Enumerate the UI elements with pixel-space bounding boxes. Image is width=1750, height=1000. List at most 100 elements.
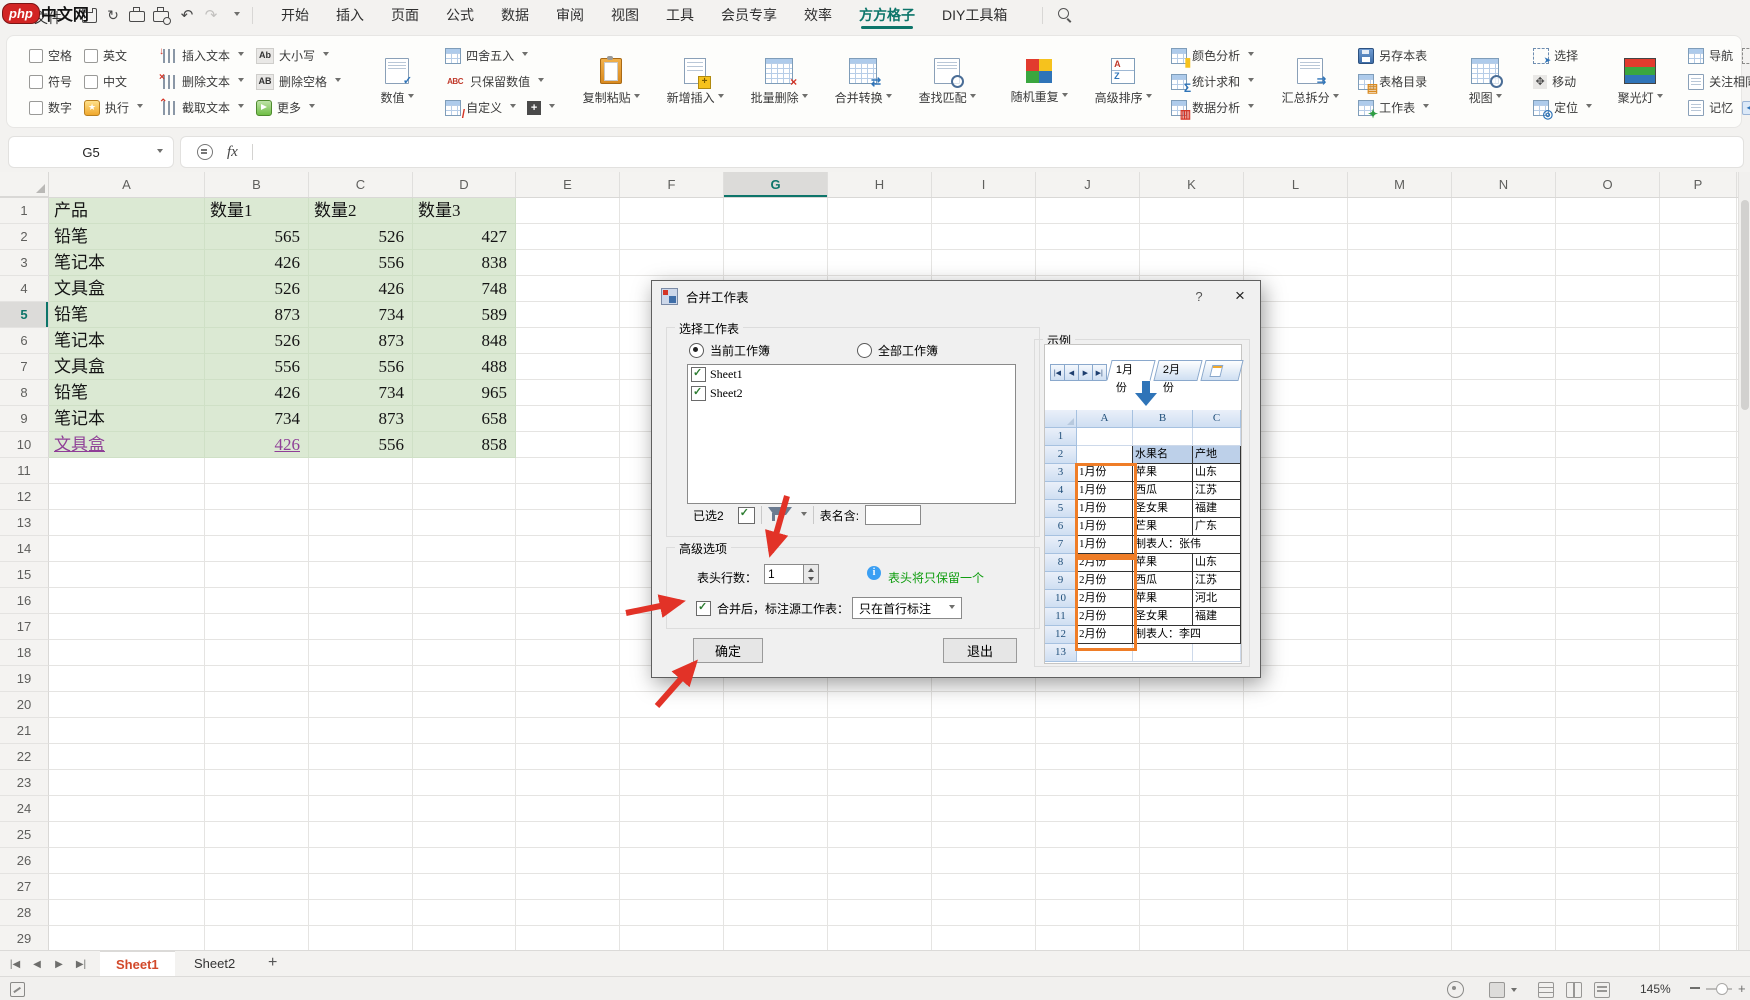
checkbox-digit[interactable]: 数字 [29,97,72,118]
last-sheet-button[interactable]: ▶| [72,955,90,973]
row-header-24[interactable]: 24 [0,796,49,822]
row-header-12[interactable]: 12 [0,484,49,510]
chevron-down-icon[interactable] [801,512,807,519]
cell-D10[interactable]: 858 [413,432,516,458]
row-header-21[interactable]: 21 [0,718,49,744]
header-rows-value[interactable]: 1 [764,564,804,584]
page-layout-view-icon[interactable] [1566,982,1582,998]
menu-tab-1[interactable]: 开始 [281,0,309,31]
cell-B5[interactable]: 873 [205,302,309,328]
checkbox-icon[interactable] [29,101,43,115]
checkbox-space[interactable]: 空格 [29,45,72,66]
row-header-5[interactable]: 5 [0,302,49,328]
merge-convert-button[interactable]: ⇄ 合并转换 [827,43,899,120]
menu-tab-12[interactable]: DIY工具箱 [942,0,1007,31]
column-header-A[interactable]: A [49,172,205,197]
cell-B4[interactable]: 526 [205,276,309,302]
menu-tab-9[interactable]: 会员专享 [721,0,777,31]
column-header-C[interactable]: C [309,172,413,197]
spin-down-icon[interactable] [804,574,818,583]
row-header-8[interactable]: 8 [0,380,49,406]
cell-A3[interactable]: 笔记本 [49,250,205,276]
row-header-23[interactable]: 23 [0,770,49,796]
row-header-17[interactable]: 17 [0,614,49,640]
row-header-14[interactable]: 14 [0,536,49,562]
cell-D2[interactable]: 427 [413,224,516,250]
header-rows-stepper[interactable]: 1 [764,564,819,584]
select-button[interactable]: ➤选择 [1533,45,1592,66]
extract-text-button[interactable]: ⌃截取文本 [163,97,244,118]
row-header-25[interactable]: 25 [0,822,49,848]
scrollbar-thumb[interactable] [1741,200,1749,410]
table-catalog-button[interactable]: ▤表格目录 [1358,71,1429,92]
cell-A4[interactable]: 文具盒 [49,276,205,302]
eye-protection-icon[interactable] [1447,981,1464,998]
undo-button[interactable]: ↶ [176,5,198,25]
cell-A7[interactable]: 文具盒 [49,354,205,380]
cell-B7[interactable]: 556 [205,354,309,380]
row-header-11[interactable]: 11 [0,458,49,484]
radio-all-workbooks[interactable]: 全部工作簿 [857,342,938,359]
row-header-28[interactable]: 28 [0,900,49,926]
column-header-P[interactable]: P [1660,172,1737,197]
dialog-title-bar[interactable]: 合并工作表 [652,281,1260,311]
view-button[interactable]: 视图 [1449,43,1521,120]
row-header-18[interactable]: 18 [0,640,49,666]
normal-view-icon[interactable] [1538,982,1554,998]
cell-A8[interactable]: 铅笔 [49,380,205,406]
sheet-list[interactable]: Sheet1Sheet2 [687,364,1016,504]
column-header-K[interactable]: K [1140,172,1244,197]
sheet-tab-sheet1[interactable]: Sheet1 [100,951,175,978]
name-box[interactable]: G5 [8,136,174,168]
column-header-O[interactable]: O [1556,172,1660,197]
column-header-F[interactable]: F [620,172,724,197]
cell-D5[interactable]: 589 [413,302,516,328]
checkbox-icon[interactable] [84,75,98,89]
cell-A9[interactable]: 笔记本 [49,406,205,432]
numeric-button[interactable]: ✓ 数值 [361,43,433,120]
menu-tab-3[interactable]: 页面 [391,0,419,31]
back-arrow-icon[interactable]: ◀ [1742,101,1750,115]
follow-same-value-button[interactable]: 关注相同值 [1688,71,1750,92]
cell-C3[interactable]: 556 [309,250,413,276]
annotate-source-checkbox[interactable]: 合并后，标注源工作表： [696,600,849,617]
cell-B10[interactable]: 426 [205,432,309,458]
cell-C6[interactable]: 873 [309,328,413,354]
case-button[interactable]: Ab大小写 [256,45,341,66]
menu-tab-11[interactable]: 方方格子 [859,0,915,31]
add-sheet-button[interactable]: + [268,951,277,977]
radio-current-workbook[interactable]: 当前工作簿 [689,342,770,359]
vertical-scrollbar[interactable] [1738,172,1750,950]
row-header-13[interactable]: 13 [0,510,49,536]
advanced-sort-button[interactable]: AZ 高级排序 [1087,43,1159,120]
search-icon[interactable] [1058,8,1073,23]
copy-paste-button[interactable]: 复制粘贴 [575,43,647,120]
cell-C8[interactable]: 734 [309,380,413,406]
row-header-29[interactable]: 29 [0,926,49,952]
zoom-out-button[interactable] [1690,987,1700,989]
checkbox-icon[interactable] [29,49,43,63]
row-header-26[interactable]: 26 [0,848,49,874]
add-custom-button[interactable]: + [527,97,555,118]
insert-text-button[interactable]: ↓插入文本 [163,45,244,66]
cell-D3[interactable]: 838 [413,250,516,276]
column-header-H[interactable]: H [828,172,932,197]
formula-input[interactable]: fx [180,136,1744,168]
row-header-2[interactable]: 2 [0,224,49,250]
checkbox-icon[interactable] [691,386,706,401]
cell-D4[interactable]: 748 [413,276,516,302]
menu-tab-10[interactable]: 效率 [804,0,832,31]
cell-A5[interactable]: 铅笔 [49,302,205,328]
next-sheet-button[interactable]: ▶ [50,955,68,973]
filter-icon[interactable] [768,507,792,523]
checkbox-icon[interactable] [29,75,43,89]
menu-tab-6[interactable]: 审阅 [556,0,584,31]
checkbox-chinese[interactable]: 中文 [84,71,143,92]
locate-button[interactable]: ◎定位 [1533,97,1592,118]
menu-tab-5[interactable]: 数据 [501,0,529,31]
cell-D9[interactable]: 658 [413,406,516,432]
radio-icon[interactable] [857,343,872,358]
memory-button[interactable]: 记忆◀▶ [1688,97,1750,118]
cell-C4[interactable]: 426 [309,276,413,302]
sheet-list-item-Sheet2[interactable]: Sheet2 [688,384,1015,403]
